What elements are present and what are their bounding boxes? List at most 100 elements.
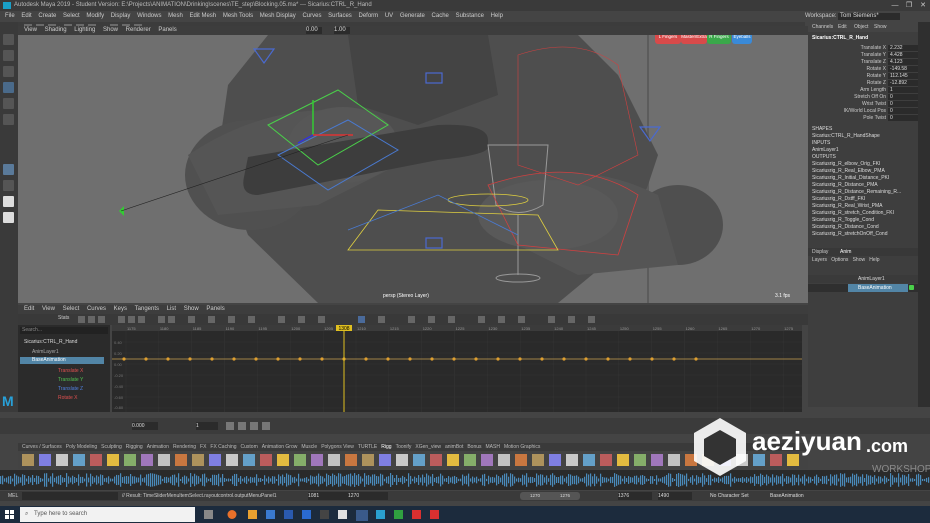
shelf-tool-icon[interactable] bbox=[396, 454, 408, 466]
menu-modify[interactable]: Modify bbox=[86, 13, 104, 19]
output-node[interactable]: Sicariusrig_R_stretch_Condition_FKI bbox=[812, 210, 894, 216]
shelf-tool-icon[interactable] bbox=[447, 454, 459, 466]
outliner-translate-z[interactable]: Translate Z bbox=[58, 386, 83, 392]
viewport-field-b[interactable]: 1.00 bbox=[334, 27, 350, 34]
character-set-select[interactable]: No Character Set bbox=[710, 493, 749, 499]
end-frame-a[interactable]: 1081 bbox=[308, 492, 348, 500]
shelf-tab[interactable]: Animation Grow bbox=[262, 444, 298, 450]
outliner-node[interactable]: Sicarius:CTRL_R_Hand bbox=[24, 339, 77, 345]
attribute-value[interactable]: -12.892 bbox=[888, 80, 918, 86]
lasso-tool-icon[interactable] bbox=[3, 50, 14, 61]
viewport-menu-view[interactable]: View bbox=[24, 27, 37, 33]
keyframe[interactable] bbox=[298, 357, 302, 361]
keyframe[interactable] bbox=[276, 357, 280, 361]
outliner-anim-layer[interactable]: AnimLayer1 bbox=[32, 349, 59, 355]
layer-menu-show[interactable]: Show bbox=[853, 257, 866, 263]
shelf-tab[interactable]: Muscle bbox=[301, 444, 317, 450]
side-panel-tabs[interactable] bbox=[918, 22, 930, 407]
menu-mesh-display[interactable]: Mesh Display bbox=[260, 13, 296, 19]
tab-edit[interactable]: Edit bbox=[838, 24, 847, 30]
ge-menu-keys[interactable]: Keys bbox=[114, 306, 127, 312]
menu-cache[interactable]: Cache bbox=[432, 13, 449, 19]
menu-mesh[interactable]: Mesh bbox=[168, 13, 183, 19]
shelf-tab[interactable]: Animation bbox=[147, 444, 169, 450]
ge-menu-view[interactable]: View bbox=[42, 306, 55, 312]
shelf-tool-icon[interactable] bbox=[515, 454, 527, 466]
shelf-tool-icon[interactable] bbox=[583, 454, 595, 466]
viewport-menu-lighting[interactable]: Lighting bbox=[74, 27, 95, 33]
four-view-icon[interactable] bbox=[3, 180, 14, 191]
keyframe[interactable] bbox=[496, 357, 500, 361]
keyframe[interactable] bbox=[166, 357, 170, 361]
shelf-tab[interactable]: Toonify bbox=[396, 444, 412, 450]
shelf-tool-icon[interactable] bbox=[464, 454, 476, 466]
outliner-base-animation[interactable]: BaseAnimation bbox=[20, 357, 104, 364]
attribute-value[interactable]: 0 bbox=[888, 115, 918, 121]
attribute-value[interactable]: 4.123 bbox=[888, 59, 918, 65]
shelf-tool-icon[interactable] bbox=[345, 454, 357, 466]
layer-active-icon[interactable] bbox=[909, 285, 914, 290]
menu-curves[interactable]: Curves bbox=[302, 13, 321, 19]
shelf-tool-icon[interactable] bbox=[379, 454, 391, 466]
keyframe[interactable] bbox=[584, 357, 588, 361]
shelf-tab[interactable]: Curves / Surfaces bbox=[22, 444, 62, 450]
keyframe[interactable] bbox=[518, 357, 522, 361]
shelf-tool-icon[interactable] bbox=[481, 454, 493, 466]
layout-alt-icon[interactable] bbox=[3, 212, 14, 223]
shelf-tool-icon[interactable] bbox=[22, 454, 34, 466]
shelf-tool-icon[interactable] bbox=[566, 454, 578, 466]
keyframe[interactable] bbox=[364, 357, 368, 361]
outliner-rotate-x[interactable]: Rotate X bbox=[58, 395, 77, 401]
channel-attribute-row[interactable]: Translate X 2.232 bbox=[808, 45, 918, 52]
single-view-icon[interactable] bbox=[3, 164, 14, 175]
playback-end-field[interactable]: 1490 bbox=[658, 492, 692, 500]
keyframe[interactable] bbox=[254, 357, 258, 361]
outliner-translate-y[interactable]: Translate Y bbox=[58, 377, 83, 383]
minimize-button[interactable]: — bbox=[888, 0, 902, 11]
outliner-translate-x[interactable]: Translate X bbox=[58, 368, 83, 374]
menu-surfaces[interactable]: Surfaces bbox=[328, 13, 352, 19]
shelf-tool-icon[interactable] bbox=[362, 454, 374, 466]
select-tool-icon[interactable] bbox=[3, 34, 14, 45]
keyframe[interactable] bbox=[650, 357, 654, 361]
channel-attribute-row[interactable]: Translate Y 4.428 bbox=[808, 52, 918, 59]
channel-attribute-row[interactable]: Rotate Z -12.892 bbox=[808, 80, 918, 87]
shelf-tab[interactable]: Polygons View bbox=[321, 444, 354, 450]
tab-object[interactable]: Object bbox=[854, 24, 868, 30]
shelf-tab[interactable]: TURTLE bbox=[358, 444, 377, 450]
shelf-tool-icon[interactable] bbox=[39, 454, 51, 466]
shelf-tool-icon[interactable] bbox=[107, 454, 119, 466]
shelf-tab[interactable]: Rigg bbox=[381, 444, 391, 450]
shelf-tool-icon[interactable] bbox=[600, 454, 612, 466]
workspace-select[interactable]: Tom Siemens* bbox=[838, 13, 900, 20]
channel-attribute-row[interactable]: Arm Length 1 bbox=[808, 87, 918, 94]
menu-display[interactable]: Display bbox=[111, 13, 131, 19]
shelf-tool-icon[interactable] bbox=[175, 454, 187, 466]
shelf-tab[interactable]: Rendering bbox=[173, 444, 196, 450]
keyframe[interactable] bbox=[672, 357, 676, 361]
menu-help[interactable]: Help bbox=[491, 13, 503, 19]
keyframe[interactable] bbox=[474, 357, 478, 361]
taskbar-search-input[interactable]: ⌕ Type here to search bbox=[20, 507, 195, 522]
ge-menu-panels[interactable]: Panels bbox=[206, 306, 224, 312]
keyframe[interactable] bbox=[562, 357, 566, 361]
shelf-tool-icon[interactable] bbox=[328, 454, 340, 466]
keyframe[interactable] bbox=[430, 357, 434, 361]
output-node[interactable]: Sicariusrig_R_Distance_Remaining_R... bbox=[812, 189, 901, 195]
ge-menu-tangents[interactable]: Tangents bbox=[135, 306, 159, 312]
keyframe[interactable] bbox=[386, 357, 390, 361]
picker-r-fingers-button[interactable]: R Fingers bbox=[707, 35, 731, 44]
ge-menu-edit[interactable]: Edit bbox=[24, 306, 34, 312]
shelf-tab[interactable]: MASH bbox=[486, 444, 500, 450]
attribute-value[interactable]: -149.58 bbox=[888, 66, 918, 72]
tab-channels[interactable]: Channels bbox=[812, 24, 833, 30]
channel-attribute-row[interactable]: Translate Z 4.123 bbox=[808, 59, 918, 66]
shelf-tab[interactable]: Poly Modeling bbox=[66, 444, 97, 450]
picker-master-extra-button[interactable]: Master/Extra bbox=[681, 35, 707, 44]
output-node[interactable]: Sicariusrig_R_Distance_PMA bbox=[812, 182, 878, 188]
shelf-tool-icon[interactable] bbox=[668, 454, 680, 466]
taskbar-app-icons[interactable] bbox=[200, 508, 460, 521]
menu-deform[interactable]: Deform bbox=[358, 13, 378, 19]
range-start-field[interactable]: 0.000 bbox=[132, 422, 158, 430]
viewport-menu-panels[interactable]: Panels bbox=[158, 27, 176, 33]
